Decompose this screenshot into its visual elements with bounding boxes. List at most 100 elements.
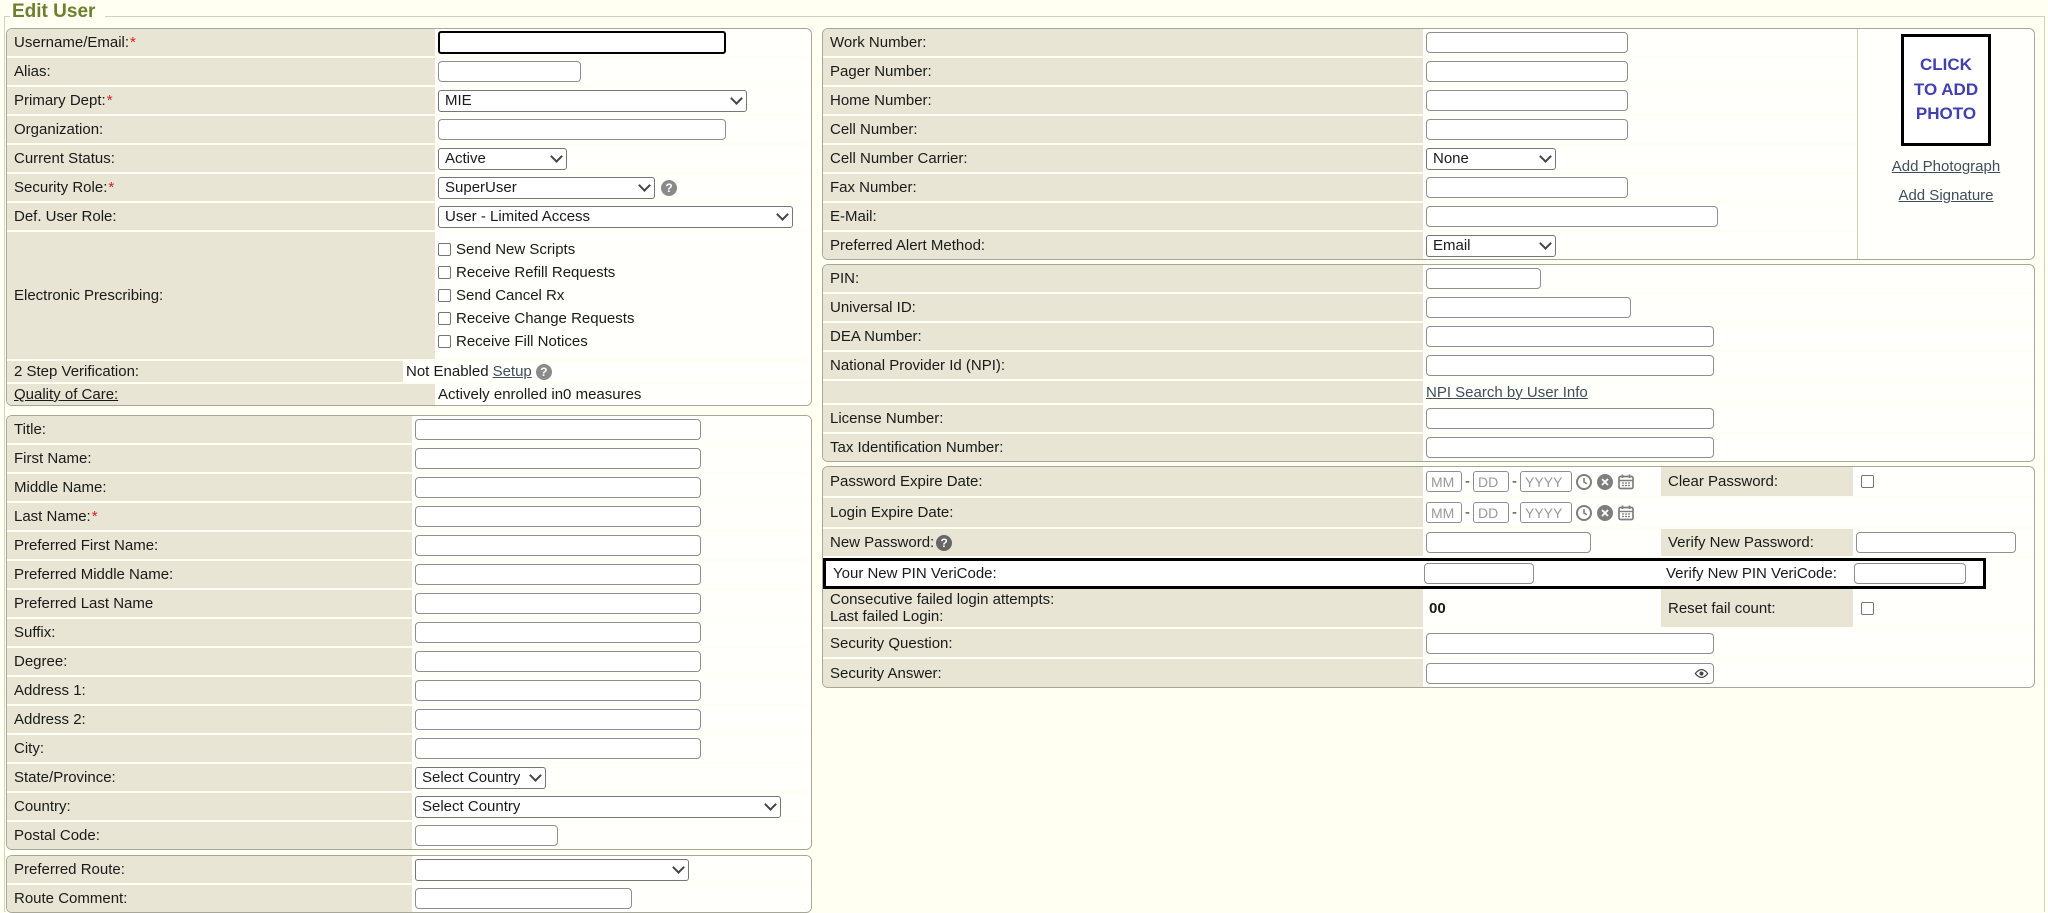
- chevron-down-icon: [1539, 150, 1552, 163]
- checkbox[interactable]: [438, 289, 451, 302]
- postal-code-input[interactable]: [415, 825, 558, 846]
- license-number-input[interactable]: [1426, 408, 1714, 429]
- help-icon[interactable]: ?: [936, 535, 952, 551]
- photo-placeholder[interactable]: CLICK TO ADD PHOTO: [1901, 34, 1991, 146]
- dea-number-input[interactable]: [1426, 326, 1714, 347]
- label-text: Route Comment:: [14, 890, 127, 907]
- fax-number-input[interactable]: [1426, 177, 1628, 198]
- address-1-input[interactable]: [415, 680, 701, 701]
- add-signature-link[interactable]: Add Signature: [1898, 187, 1993, 204]
- new-pin-vericode-input[interactable]: [1424, 563, 1534, 584]
- field-label: Cell Number:: [823, 116, 1423, 143]
- preferred-last-name-input[interactable]: [415, 593, 701, 614]
- security-role-row: Security Role:*SuperUser?: [7, 174, 811, 203]
- cell-number-carrier-select[interactable]: None: [1426, 148, 1556, 170]
- first-name-input[interactable]: [415, 448, 701, 469]
- checkbox[interactable]: [438, 312, 451, 325]
- year-input[interactable]: YYYY: [1520, 471, 1572, 492]
- cell-number-input[interactable]: [1426, 119, 1628, 140]
- route-comment-input[interactable]: [415, 888, 632, 909]
- verify-new-pin-vericode-input[interactable]: [1854, 563, 1966, 584]
- field-value: [1423, 529, 1661, 556]
- checkbox[interactable]: [438, 243, 451, 256]
- security-question-input[interactable]: [1426, 633, 1714, 654]
- clear-date-icon[interactable]: [1596, 473, 1614, 491]
- checkbox[interactable]: [438, 266, 451, 279]
- month-input[interactable]: MM: [1426, 502, 1462, 523]
- field-value: [412, 677, 811, 704]
- alias-input[interactable]: [438, 61, 581, 82]
- work-number-input[interactable]: [1426, 32, 1628, 53]
- city-input[interactable]: [415, 738, 701, 759]
- tax-identification-number-row: Tax Identification Number:: [823, 434, 2034, 461]
- clock-icon[interactable]: [1575, 473, 1593, 491]
- field-value: [412, 648, 811, 675]
- username-email-input[interactable]: [438, 31, 726, 54]
- middle-name-input[interactable]: [415, 477, 701, 498]
- pager-number-input[interactable]: [1426, 61, 1628, 82]
- country-row: Country:Select Country: [7, 793, 811, 822]
- label-text: Username/Email:: [14, 34, 129, 51]
- preferred-middle-name-input[interactable]: [415, 564, 701, 585]
- year-input[interactable]: YYYY: [1520, 502, 1572, 523]
- preferred-alert-method-select[interactable]: Email: [1426, 235, 1556, 257]
- date-separator: -: [1465, 473, 1470, 490]
- preferred-route-select[interactable]: [415, 859, 689, 881]
- field-label: Login Expire Date:: [823, 498, 1423, 527]
- calendar-icon[interactable]: [1617, 504, 1635, 522]
- security-role-select[interactable]: SuperUser: [438, 177, 655, 199]
- title-input[interactable]: [415, 419, 701, 440]
- country-select[interactable]: Select Country: [415, 796, 781, 818]
- add-photograph-link[interactable]: Add Photograph: [1892, 158, 2000, 175]
- photo-box-line: CLICK: [1920, 53, 1972, 78]
- label-text: Postal Code:: [14, 827, 100, 844]
- degree-input[interactable]: [415, 651, 701, 672]
- security-answer-input[interactable]: [1426, 663, 1714, 684]
- help-icon[interactable]: ?: [536, 364, 552, 380]
- field-value: [1423, 629, 2034, 657]
- e-mail-input[interactable]: [1426, 206, 1718, 227]
- day-input[interactable]: DD: [1473, 502, 1509, 523]
- npi-input[interactable]: [1426, 355, 1714, 376]
- preferred-last-name-row: Preferred Last Name: [7, 590, 811, 619]
- label-text: E-Mail:: [830, 208, 877, 225]
- postal-code-row: Postal Code:: [7, 822, 811, 849]
- universal-id-input[interactable]: [1426, 297, 1631, 318]
- new-password-input[interactable]: [1426, 532, 1591, 553]
- organization-input[interactable]: [438, 119, 726, 140]
- two-step-verification-link[interactable]: Setup: [493, 363, 532, 380]
- month-input[interactable]: MM: [1426, 471, 1462, 492]
- current-status-select[interactable]: Active: [438, 148, 567, 170]
- tax-identification-number-input[interactable]: [1426, 437, 1714, 458]
- field-value: [1423, 323, 2034, 350]
- last-name-input[interactable]: [415, 506, 701, 527]
- primary-dept-row: Primary Dept:*MIE: [7, 87, 811, 116]
- state-province-select[interactable]: Select Country: [415, 767, 546, 789]
- primary-dept-select[interactable]: MIE: [438, 90, 747, 112]
- day-input[interactable]: DD: [1473, 471, 1509, 492]
- label-text: Address 2:: [14, 711, 86, 728]
- def-user-role-select[interactable]: User - Limited Access: [438, 206, 793, 228]
- field-value: [412, 590, 811, 617]
- status-text: Not Enabled: [406, 363, 489, 380]
- field-label: Security Answer:: [823, 659, 1423, 687]
- label-text: Cell Number:: [830, 121, 918, 138]
- eye-icon[interactable]: [1694, 666, 1709, 681]
- contact-rows: Work Number:Pager Number:Home Number:Cel…: [823, 29, 1857, 259]
- organization-row: Organization:: [7, 116, 811, 145]
- npi-search-link[interactable]: NPI Search by User Info: [1426, 384, 1588, 401]
- address-2-input[interactable]: [415, 709, 701, 730]
- suffix-input[interactable]: [415, 622, 701, 643]
- preferred-first-name-input[interactable]: [415, 535, 701, 556]
- help-icon[interactable]: ?: [661, 180, 677, 196]
- home-number-input[interactable]: [1426, 90, 1628, 111]
- reset-fail-count-checkbox[interactable]: [1861, 602, 1874, 615]
- field-value: [1853, 529, 2034, 556]
- checkbox[interactable]: [438, 335, 451, 348]
- verify-new-password-input[interactable]: [1856, 532, 2016, 553]
- clock-icon[interactable]: [1575, 504, 1593, 522]
- clear-password-checkbox[interactable]: [1861, 475, 1874, 488]
- calendar-icon[interactable]: [1617, 473, 1635, 491]
- clear-date-icon[interactable]: [1596, 504, 1614, 522]
- pin-input[interactable]: [1426, 268, 1541, 289]
